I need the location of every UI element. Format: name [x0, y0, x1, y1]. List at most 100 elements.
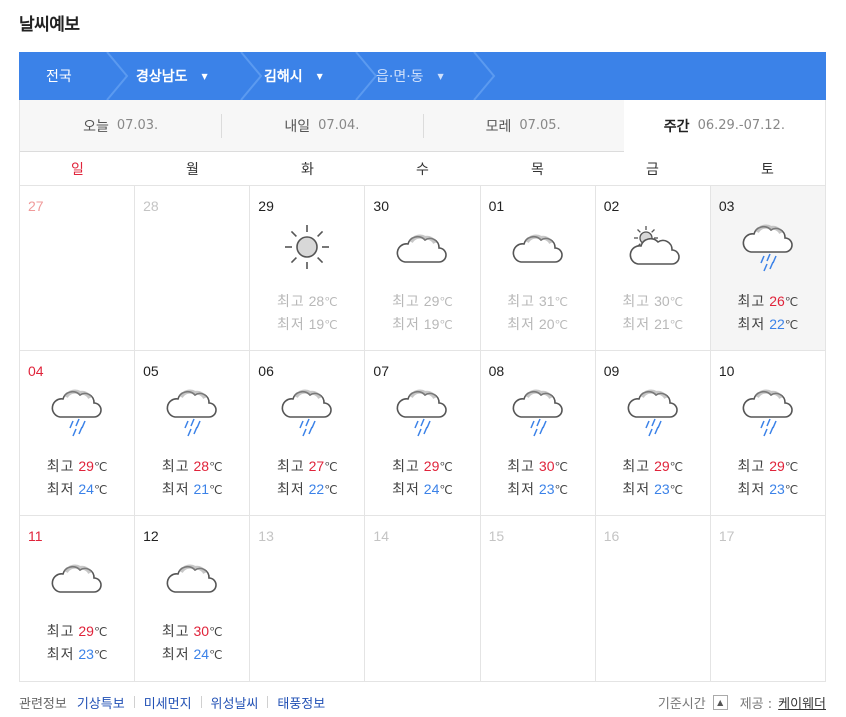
tab-date: 07.04. — [318, 118, 360, 133]
temp-unit: ℃ — [93, 460, 108, 474]
low-temp-line: 최저 23℃ — [20, 643, 134, 666]
high-temp-label: 최고 — [276, 293, 305, 309]
calendar-day-cell: 16 — [596, 516, 711, 681]
day-number: 30 — [373, 198, 389, 214]
high-temp-value: 29 — [78, 458, 94, 474]
link-divider — [133, 696, 135, 708]
link-satellite[interactable]: 위성날씨 — [211, 693, 259, 712]
temperature-range: 최고 28℃ 최저 19℃ — [250, 290, 364, 336]
rain-icon — [626, 385, 680, 439]
day-number: 14 — [373, 528, 389, 544]
forecast-tabs: 오늘 07.03. 내일 07.04. 모레 07.05. 주간 06.29.-… — [19, 100, 826, 152]
low-temp-line: 최저 24℃ — [20, 478, 134, 501]
high-temp-line: 최고 29℃ — [365, 290, 479, 313]
cloudy-icon — [511, 220, 565, 274]
calendar-day-cell[interactable]: 03 최고 26℃ 최저 22℃ — [710, 186, 825, 350]
temp-unit: ℃ — [669, 460, 684, 474]
low-temp-line: 최저 22℃ — [250, 478, 364, 501]
calendar-day-cell[interactable]: 12 최고 30℃ 최저 24℃ — [135, 516, 251, 681]
temp-unit: ℃ — [439, 318, 453, 332]
high-temp-line: 최고 29℃ — [596, 455, 710, 478]
low-temp-line: 최저 19℃ — [365, 313, 479, 336]
link-fine-dust[interactable]: 미세먼지 — [144, 693, 192, 712]
weekly-forecast-calendar: 일월화수목금토 27 28 29 최고 28℃ 최저 19℃ 30 최고 29℃ 최저 19℃… — [19, 152, 826, 682]
day-number: 06 — [258, 363, 274, 379]
weekday-header: 토 — [761, 161, 774, 178]
temp-unit: ℃ — [784, 295, 799, 309]
breadcrumb-item-country[interactable]: 전국 — [46, 52, 72, 100]
day-number: 01 — [488, 198, 505, 214]
base-time-toggle-button[interactable]: ▲ — [712, 694, 728, 710]
temperature-range: 최고 30℃ 최저 23℃ — [481, 455, 595, 501]
low-temp-value: 24 — [78, 481, 94, 497]
temp-unit: ℃ — [554, 483, 568, 497]
tab-day-after-tomorrow[interactable]: 모레 07.05. — [422, 100, 624, 152]
low-temp-label: 최저 — [46, 646, 75, 662]
high-temp-line: 최고 29℃ — [20, 455, 134, 478]
calendar-day-cell[interactable]: 05 최고 28℃ 최저 21℃ — [135, 351, 251, 515]
high-temp-line: 최고 29℃ — [711, 455, 825, 478]
calendar-day-cell[interactable]: 10 최고 29℃ 최저 23℃ — [711, 351, 825, 515]
breadcrumb-item-town[interactable]: 읍·면·동 ▼ — [376, 52, 444, 100]
tab-date: 07.03. — [116, 118, 159, 133]
high-temp-value: 29 — [423, 293, 440, 309]
breadcrumb-item-city[interactable]: 김해시 ▼ — [264, 52, 323, 100]
high-temp-line: 최고 26℃ — [711, 290, 825, 313]
day-number: 02 — [603, 198, 620, 214]
tab-weekly[interactable]: 주간 06.29.-07.12. — [623, 100, 825, 152]
footer-bar: 관련정보 기상특보 미세먼지 위성날씨 태풍정보 기준시간 ▲ 제공 : 케이웨… — [19, 690, 826, 714]
calendar-day-cell[interactable]: 29 최고 28℃ 최저 19℃ — [250, 186, 366, 350]
tab-today[interactable]: 오늘 07.03. — [20, 100, 222, 152]
calendar-day-cell[interactable]: 02 최고 30℃ 최저 21℃ — [596, 186, 711, 350]
provider-link[interactable]: 케이웨더 — [778, 693, 826, 712]
calendar-day-cell[interactable]: 09 최고 29℃ 최저 23℃ — [596, 351, 711, 515]
breadcrumb-label: 경상남도 — [136, 69, 188, 85]
high-temp-label: 최고 — [507, 458, 536, 474]
high-temp-label: 최고 — [507, 293, 536, 309]
high-temp-value: 28 — [193, 458, 210, 474]
calendar-day-cell[interactable]: 07 최고 29℃ 최저 24℃ — [365, 351, 481, 515]
high-temp-label: 최고 — [622, 458, 651, 474]
high-temp-value: 28 — [308, 293, 325, 309]
temp-unit: ℃ — [669, 295, 684, 309]
temperature-range: 최고 28℃ 최저 21℃ — [135, 455, 249, 501]
weekday-header: 화 — [301, 161, 314, 178]
calendar-day-cell[interactable]: 08 최고 30℃ 최저 23℃ — [481, 351, 596, 515]
high-temp-label: 최고 — [392, 458, 420, 474]
breadcrumb-item-province[interactable]: 경상남도 ▼ — [136, 52, 208, 100]
low-temp-label: 최저 — [46, 481, 75, 497]
temp-unit: ℃ — [669, 483, 684, 497]
day-number: 13 — [258, 528, 274, 544]
low-temp-line: 최저 22℃ — [711, 313, 825, 336]
low-temp-label: 최저 — [276, 481, 305, 497]
calendar-day-cell[interactable]: 04 최고 29℃ 최저 24℃ — [20, 351, 136, 515]
high-temp-value: 30 — [654, 293, 670, 309]
low-temp-value: 21 — [654, 316, 670, 332]
link-weather-warning[interactable]: 기상특보 — [77, 693, 125, 712]
temp-unit: ℃ — [93, 648, 108, 662]
link-divider — [200, 696, 202, 708]
breadcrumb-separator-icon — [472, 52, 500, 100]
calendar-day-cell[interactable]: 11 최고 29℃ 최저 23℃ — [20, 516, 136, 681]
temperature-range: 최고 30℃ 최저 21℃ — [596, 290, 710, 336]
low-temp-label: 최저 — [161, 646, 190, 662]
temperature-range: 최고 26℃ 최저 22℃ — [711, 290, 825, 336]
tab-tomorrow[interactable]: 내일 07.04. — [221, 100, 423, 152]
calendar-day-cell[interactable]: 30 최고 29℃ 최저 19℃ — [365, 186, 481, 350]
high-temp-label: 최고 — [161, 458, 190, 474]
high-temp-value: 29 — [78, 623, 94, 639]
temperature-range: 최고 27℃ 최저 22℃ — [250, 455, 364, 501]
low-temp-label: 최저 — [737, 316, 766, 332]
calendar-day-cell[interactable]: 01 최고 31℃ 최저 20℃ — [481, 186, 596, 350]
temp-unit: ℃ — [209, 483, 223, 497]
rain-icon — [395, 385, 449, 439]
temp-unit: ℃ — [439, 483, 453, 497]
calendar-day-cell[interactable]: 06 최고 27℃ 최저 22℃ — [250, 351, 366, 515]
high-temp-line: 최고 31℃ — [481, 290, 595, 313]
link-typhoon[interactable]: 태풍정보 — [277, 693, 325, 712]
day-number: 16 — [603, 528, 620, 544]
high-temp-line: 최고 30℃ — [135, 620, 249, 643]
breadcrumb-separator-icon — [239, 52, 267, 100]
temperature-range: 최고 29℃ 최저 23℃ — [596, 455, 710, 501]
temperature-range: 최고 29℃ 최저 24℃ — [365, 455, 479, 501]
